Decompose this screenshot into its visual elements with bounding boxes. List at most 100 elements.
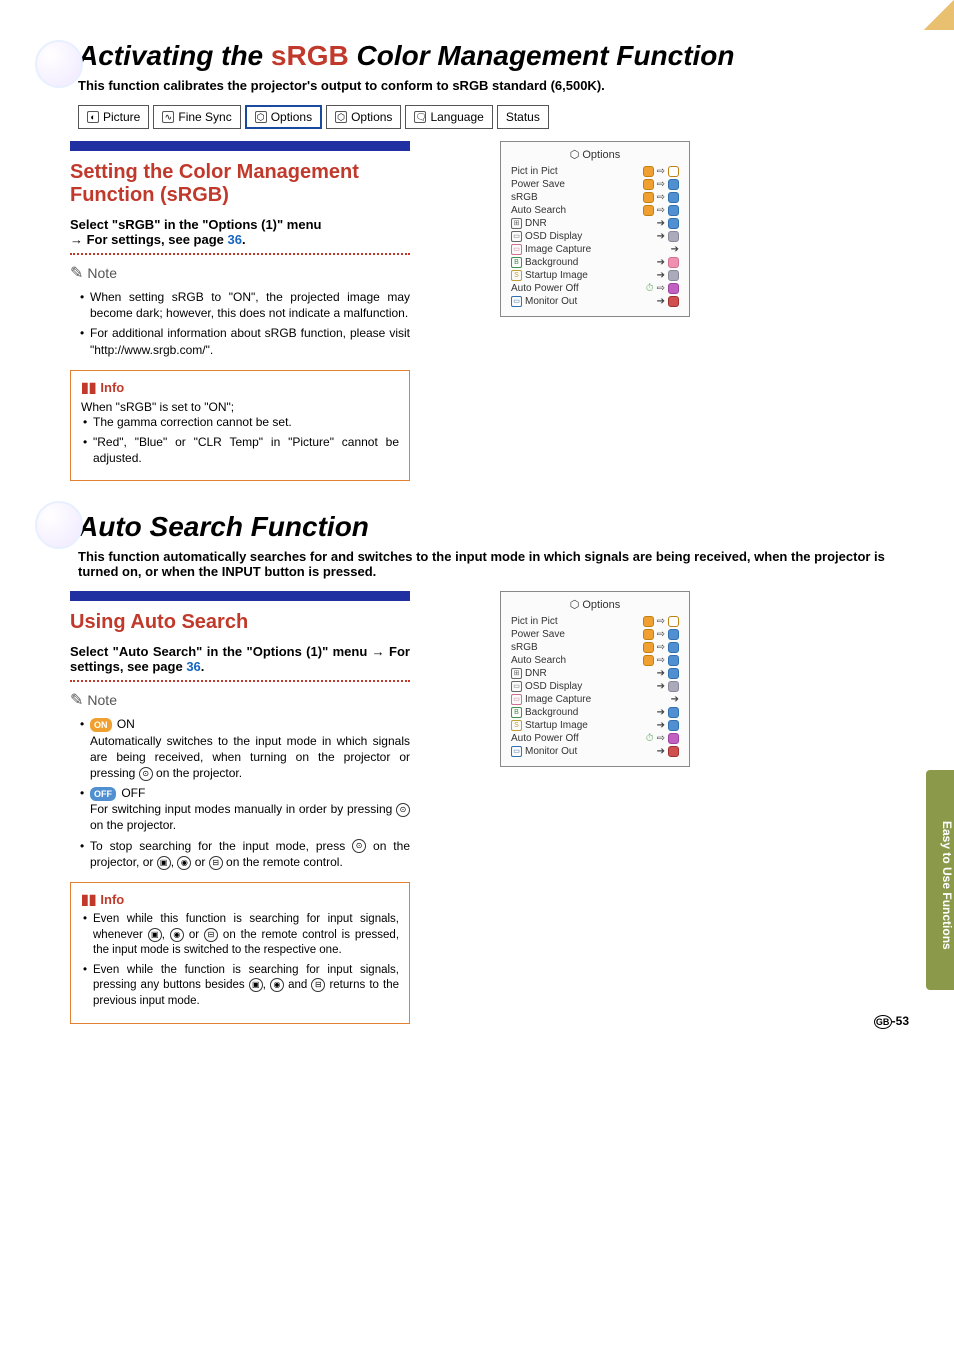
- section1-title: Activating the sRGB Color Management Fun…: [78, 40, 914, 72]
- input3-icon: ⊟: [204, 928, 218, 942]
- blue-divider: [70, 591, 410, 601]
- book-icon: ▮▮: [81, 379, 96, 396]
- note-list: ON ON Automatically switches to the inpu…: [70, 716, 410, 870]
- osd-title: ⬡ Options: [511, 598, 679, 611]
- language-icon: 🗨: [414, 111, 426, 123]
- note-stop: To stop searching for the input mode, pr…: [80, 838, 410, 870]
- tab-language[interactable]: 🗨Language: [405, 105, 492, 129]
- input2-icon: ◉: [177, 856, 191, 870]
- info-item: "Red", "Blue" or "CLR Temp" in "Picture"…: [83, 434, 399, 466]
- monitor-icon: ▭: [511, 296, 522, 307]
- osd-row: Power Save⇨: [511, 628, 679, 641]
- osd-row: B Background➔: [511, 706, 679, 719]
- lang-badge: GB: [874, 1015, 892, 1029]
- bg-icon: B: [511, 257, 522, 268]
- note-icon: ✎: [70, 690, 83, 710]
- page-ref[interactable]: 36: [228, 232, 242, 247]
- startup-icon: S: [511, 720, 522, 731]
- info-item: The gamma correction cannot be set.: [83, 414, 399, 430]
- tab-finesync[interactable]: ∿Fine Sync: [153, 105, 240, 129]
- osd-title: ⬡ Options: [511, 148, 679, 161]
- sub2-instruct: Select "Auto Search" in the "Options (1)…: [70, 644, 410, 674]
- note-off: OFF OFF For switching input modes manual…: [80, 785, 410, 834]
- capture-icon: ▭: [511, 694, 522, 705]
- info-box: ▮▮Info When "sRGB" is set to "ON"; The g…: [70, 370, 410, 482]
- input3-icon: ⊟: [311, 978, 325, 992]
- dnr-icon: ⊞: [511, 218, 522, 229]
- osd-panel-2: ⬡ Options Pict in Pict⇨ Power Save⇨ sRGB…: [500, 591, 690, 767]
- startup-icon: S: [511, 270, 522, 281]
- osd-row: S Startup Image➔: [511, 269, 679, 282]
- osd-icon: ▭: [511, 231, 522, 242]
- page-number: GB-53: [874, 1014, 909, 1029]
- info-intro: When "sRGB" is set to "ON";: [81, 400, 399, 414]
- blue-divider: [70, 141, 410, 151]
- input1-icon: ▣: [148, 928, 162, 942]
- osd-row: Auto Search⇨: [511, 204, 679, 217]
- note-header: ✎Note: [70, 263, 410, 283]
- osd-row: ▭ Monitor Out➔: [511, 745, 679, 758]
- title-accent: sRGB: [271, 40, 349, 71]
- input1-icon: ▣: [157, 856, 171, 870]
- page-content: Activating the sRGB Color Management Fun…: [0, 0, 954, 1044]
- tab-picture[interactable]: ◐Picture: [78, 105, 149, 129]
- info-item: Even while the function is searching for…: [83, 963, 399, 1010]
- note-header: ✎Note: [70, 690, 410, 710]
- osd-row: ▭ OSD Display➔: [511, 680, 679, 693]
- osd-icon: ▭: [511, 681, 522, 692]
- sub1-instruct: Select "sRGB" in the "Options (1)" menu …: [70, 217, 410, 247]
- osd-row: sRGB⇨: [511, 191, 679, 204]
- osd-row: Power Save⇨: [511, 178, 679, 191]
- tab-options1[interactable]: ⬡Options: [245, 105, 322, 129]
- note-list: When setting sRGB to "ON", the projected…: [70, 289, 410, 358]
- info-header: ▮▮Info: [81, 379, 399, 396]
- menu-bar: ◐Picture ∿Fine Sync ⬡Options ⬡Options 🗨L…: [78, 105, 914, 129]
- bg-icon: B: [511, 707, 522, 718]
- osd-row: B Background➔: [511, 256, 679, 269]
- book-icon: ▮▮: [81, 891, 96, 908]
- off-chip: OFF: [90, 787, 116, 801]
- dotted-rule: [70, 253, 410, 255]
- title-pre: Activating the: [78, 40, 271, 71]
- note-item: For additional information about sRGB fu…: [80, 325, 410, 357]
- osd-row: ▭ Image Capture➔: [511, 693, 679, 706]
- note-item: When setting sRGB to "ON", the projected…: [80, 289, 410, 321]
- input2-icon: ◉: [170, 928, 184, 942]
- osd-row: sRGB⇨: [511, 641, 679, 654]
- osd-row: S Startup Image➔: [511, 719, 679, 732]
- osd-row: Pict in Pict⇨: [511, 165, 679, 178]
- tab-options2[interactable]: ⬡Options: [326, 105, 401, 129]
- monitor-icon: ▭: [511, 746, 522, 757]
- tab-status[interactable]: Status: [497, 105, 549, 129]
- dnr-icon: ⊞: [511, 668, 522, 679]
- osd-row: Pict in Pict⇨: [511, 615, 679, 628]
- sub2-heading: Using Auto Search: [70, 611, 410, 634]
- info-box-2: ▮▮Info Even while this function is searc…: [70, 882, 410, 1024]
- dotted-rule: [70, 680, 410, 682]
- page-ref[interactable]: 36: [186, 659, 200, 674]
- sync-icon: ∿: [162, 111, 174, 123]
- sub1-heading: Setting the Color Management Function (s…: [70, 161, 410, 207]
- input3-icon: ⊟: [209, 856, 223, 870]
- info-header: ▮▮Info: [81, 891, 399, 908]
- osd-row: Auto Search⇨: [511, 654, 679, 667]
- osd-row: Auto Power Off⏱⇨: [511, 282, 679, 295]
- section2-title: Auto Search Function: [78, 511, 914, 543]
- input-button-icon: ⊙: [396, 803, 410, 817]
- osd-row: Auto Power Off⏱⇨: [511, 732, 679, 745]
- input1-icon: ▣: [249, 978, 263, 992]
- options-icon: ⬡: [255, 111, 267, 123]
- note-on: ON ON Automatically switches to the inpu…: [80, 716, 410, 781]
- osd-row: ⊞ DNR➔: [511, 217, 679, 230]
- heading-bullet: [35, 501, 83, 549]
- osd-row: ▭ Image Capture➔: [511, 243, 679, 256]
- heading-bullet: [35, 40, 83, 88]
- picture-icon: ◐: [87, 111, 99, 123]
- osd-row: ⊞ DNR➔: [511, 667, 679, 680]
- osd-panel-1: ⬡ Options Pict in Pict⇨ Power Save⇨ sRGB…: [500, 141, 690, 317]
- note-icon: ✎: [70, 263, 83, 283]
- input-button-icon: ⊙: [139, 767, 153, 781]
- capture-icon: ▭: [511, 244, 522, 255]
- section1-intro: This function calibrates the projector's…: [78, 78, 914, 93]
- info-item: Even while this function is searching fo…: [83, 912, 399, 959]
